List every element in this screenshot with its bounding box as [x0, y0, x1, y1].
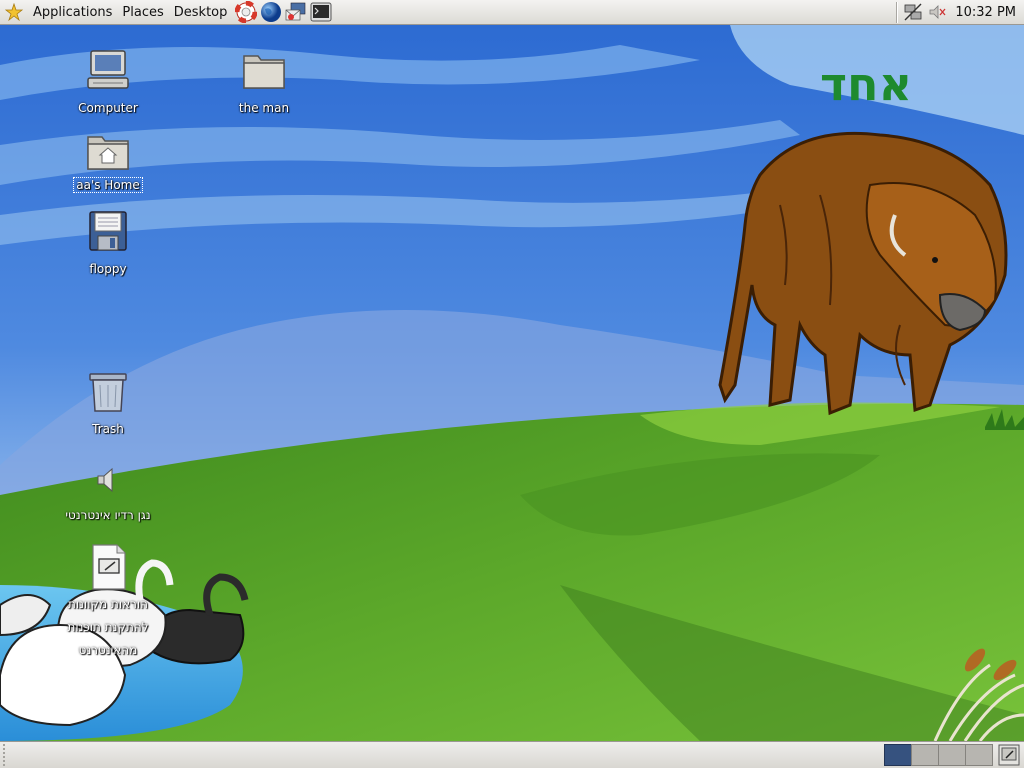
desktop-icon-computer[interactable]: Computer — [53, 47, 163, 120]
clock[interactable]: 10:32 PM — [949, 5, 1024, 20]
desktop-icon-home[interactable]: aa's Home — [53, 128, 163, 193]
desktop-icon-radio-player[interactable]: נגן רדיו אינטרנטי — [53, 456, 163, 524]
desktop-icon-label: aa's Home — [73, 177, 143, 193]
wallpaper-logo: אחד — [820, 57, 912, 111]
text-document-icon — [84, 543, 132, 591]
workspace-1[interactable] — [884, 744, 912, 766]
workspace-2[interactable] — [911, 744, 939, 766]
desktop-icon-floppy[interactable]: floppy — [53, 208, 163, 281]
help-lifebuoy-icon[interactable] — [234, 1, 257, 24]
desktop-menu[interactable]: Desktop — [169, 0, 233, 25]
applications-menu[interactable]: Applications — [28, 0, 117, 25]
email-client-icon[interactable] — [284, 1, 307, 24]
workspace-4[interactable] — [965, 744, 993, 766]
network-icon[interactable] — [902, 1, 924, 23]
web-browser-globe-icon[interactable] — [259, 1, 282, 24]
trash-applet-icon[interactable] — [997, 743, 1021, 767]
computer-icon — [84, 47, 132, 95]
desktop-icon-the-man[interactable]: the man — [209, 47, 319, 120]
desktop-icon-install-guide[interactable]: הוראות מקוונות להתקנת תוכנות מהאינטרנט — [53, 543, 163, 662]
desktop-icon-label: Trash — [92, 422, 124, 436]
top-panel: Applications Places Desktop 10:32 PM — [0, 0, 1024, 25]
desktop-icon-label: the man — [238, 101, 290, 115]
desktop-icon-label: נגן רדיו אינטרנטי — [65, 508, 151, 522]
bottom-panel — [0, 741, 1024, 768]
desktop[interactable]: אחד Computer the man aa's Home floppy Tr… — [0, 25, 1024, 741]
panel-handle[interactable] — [3, 744, 11, 766]
floppy-icon — [84, 208, 132, 256]
folder-icon — [240, 47, 288, 95]
trash-icon — [84, 368, 132, 416]
terminal-icon[interactable] — [309, 1, 332, 24]
desktop-icon-trash[interactable]: Trash — [53, 368, 163, 441]
notification-area: 10:32 PM — [893, 0, 1024, 25]
desktop-icon-label: Computer — [78, 101, 138, 115]
speaker-icon — [84, 456, 132, 504]
volume-muted-icon[interactable] — [926, 1, 948, 23]
workspace-3[interactable] — [938, 744, 966, 766]
places-menu[interactable]: Places — [117, 0, 168, 25]
desktop-icon-label: הוראות מקוונות להתקנת תוכנות מהאינטרנט — [67, 597, 149, 657]
foot-logo-icon[interactable] — [5, 3, 23, 21]
home-folder-icon — [84, 128, 132, 176]
desktop-icon-label: floppy — [89, 262, 127, 276]
tray-separator — [896, 1, 899, 23]
workspace-switcher — [884, 744, 993, 766]
